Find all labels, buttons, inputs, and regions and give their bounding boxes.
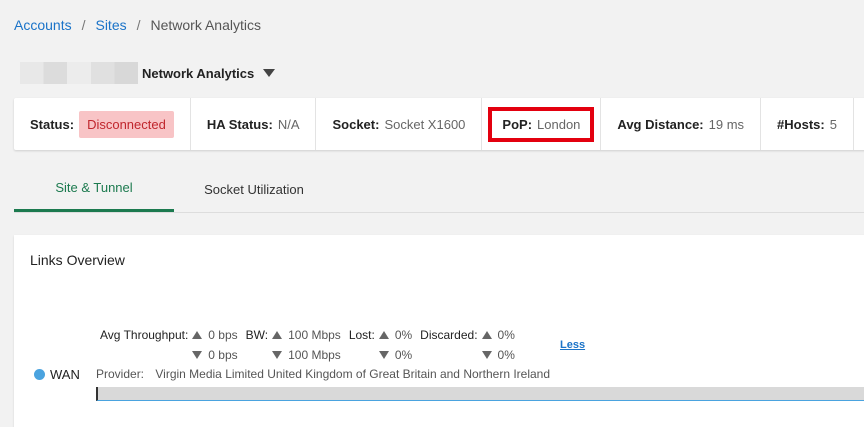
hosts-item: #Hosts: 5 (761, 98, 854, 150)
arrow-down-icon (192, 351, 203, 359)
breadcrumb-sites[interactable]: Sites (95, 17, 126, 33)
tab-bar: Site & Tunnel Socket Utilization (14, 166, 864, 213)
bw-up: 100 Mbps (272, 328, 341, 342)
link-usage-bar (96, 387, 864, 401)
status-badge: Disconnected (79, 110, 174, 138)
metrics-row-up: Avg Throughput: 0 bps BW: 100 Mbps Lost:… (100, 325, 515, 345)
throughput-up-value: 0 bps (208, 328, 238, 342)
provider-value: Virgin Media Limited United Kingdom of G… (155, 367, 551, 381)
provider-label: Provider: (96, 367, 145, 381)
arrow-up-icon (378, 331, 389, 339)
throughput-label: Avg Throughput: (100, 328, 189, 342)
socket-item: Socket: Socket X1600 (316, 98, 483, 150)
wan-status-dot-icon (34, 369, 45, 380)
throughput-down: 0 bps (192, 348, 238, 362)
arrow-down-icon (481, 351, 492, 359)
arrow-down-icon (272, 351, 283, 359)
throughput-down-value: 0 bps (208, 348, 238, 362)
breadcrumb-accounts[interactable]: Accounts (14, 17, 72, 33)
ha-status-value: N/A (277, 116, 300, 132)
bw-down: 100 Mbps (272, 348, 341, 362)
breadcrumb-current: Network Analytics (150, 17, 261, 33)
discarded-up-value: 0% (497, 328, 515, 342)
site-selector[interactable]: Network Analytics (20, 62, 276, 84)
avg-distance-value: 19 ms (708, 116, 745, 132)
less-toggle-link[interactable]: Less (560, 339, 585, 351)
discarded-up: 0% (481, 328, 515, 342)
lost-down-value: 0% (394, 348, 413, 362)
socket-label: Socket: (332, 116, 380, 132)
lost-down: 0% (378, 348, 413, 362)
bw-label: BW: (245, 328, 269, 342)
pop-highlight-box: PoP: London (488, 106, 595, 142)
provider-row: Provider: Virgin Media Limited United Ki… (96, 367, 550, 381)
bw-up-value: 100 Mbps (288, 328, 341, 342)
link-name: WAN (50, 367, 80, 382)
discarded-label: Discarded: (420, 328, 478, 342)
bw-down-value: 100 Mbps (288, 348, 341, 362)
breadcrumb: Accounts / Sites / Network Analytics (14, 17, 261, 33)
lost-up: 0% (378, 328, 413, 342)
lost-up-value: 0% (394, 328, 413, 342)
link-metrics: Avg Throughput: 0 bps BW: 100 Mbps Lost:… (100, 325, 515, 365)
links-overview-panel: Links Overview Avg Throughput: 0 bps BW:… (14, 235, 864, 427)
metrics-row-down: Avg Throughput: 0 bps BW: 100 Mbps Lost:… (100, 345, 515, 365)
arrow-down-icon (378, 351, 389, 359)
status-label: Status: (30, 116, 75, 132)
hosts-value: 5 (829, 116, 837, 132)
avg-distance-item: Avg Distance: 19 ms (601, 98, 762, 150)
avg-distance-label: Avg Distance: (617, 116, 704, 132)
chevron-down-icon[interactable] (263, 69, 276, 77)
throughput-up: 0 bps (192, 328, 238, 342)
arrow-up-icon (192, 331, 203, 339)
arrow-up-icon (481, 331, 492, 339)
status-item: Status: Disconnected (14, 98, 191, 150)
page-title: Network Analytics (142, 65, 255, 81)
site-status-bar: Status: Disconnected HA Status: N/A Sock… (14, 98, 864, 150)
ha-status-label: HA Status: (206, 116, 273, 132)
hosts-label: #Hosts: (777, 116, 825, 132)
breadcrumb-separator: / (136, 17, 141, 33)
redacted-site-name (20, 62, 138, 84)
lost-label: Lost: (348, 328, 375, 342)
discarded-down-value: 0% (497, 348, 515, 362)
ha-status-item: HA Status: N/A (191, 98, 317, 150)
breadcrumb-separator: / (81, 17, 86, 33)
discarded-down: 0% (481, 348, 515, 362)
socket-value: Socket X1600 (384, 116, 466, 132)
pop-value: London (537, 116, 581, 132)
tab-site-and-tunnel[interactable]: Site & Tunnel (14, 166, 174, 212)
tab-socket-utilization[interactable]: Socket Utilization (174, 166, 334, 212)
pop-label: PoP: (502, 116, 533, 132)
arrow-up-icon (272, 331, 283, 339)
links-overview-title: Links Overview (30, 252, 125, 268)
pop-item: PoP: London (482, 98, 602, 150)
